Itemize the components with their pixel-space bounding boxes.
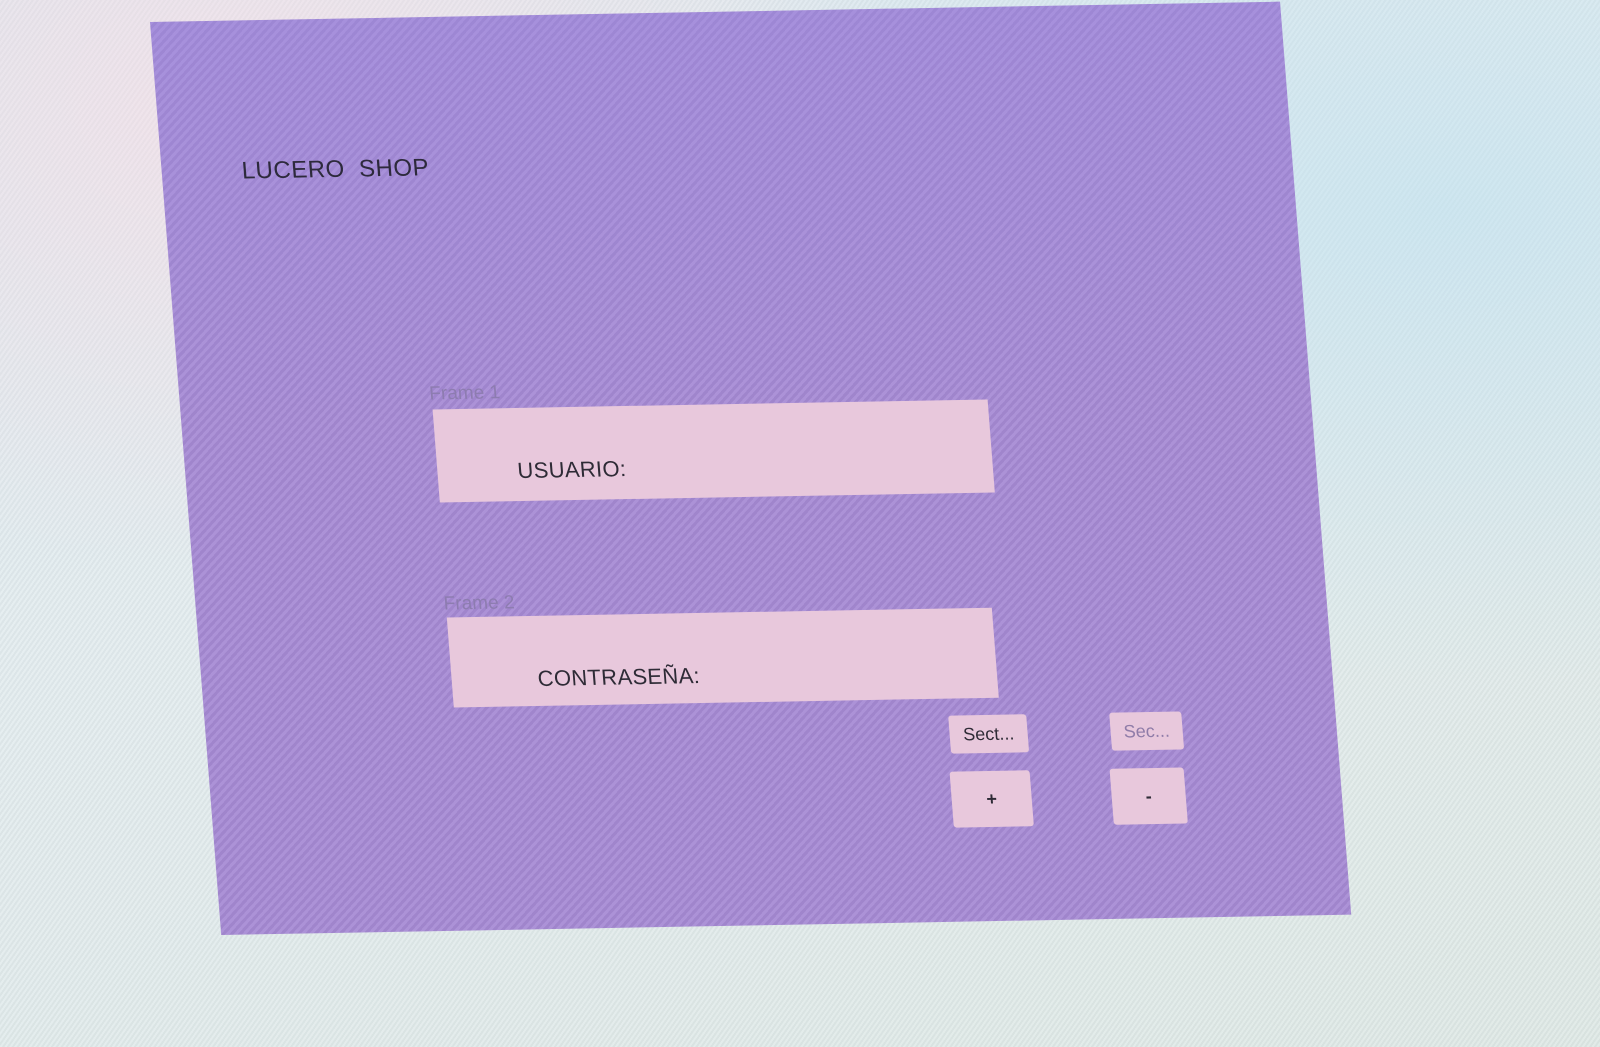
frame-2-contrasena-field[interactable]: CONTRASEÑA: <box>446 607 999 708</box>
plus-button[interactable]: + <box>949 770 1034 828</box>
minus-button[interactable]: - <box>1109 767 1188 825</box>
frame-1-usuario-field[interactable]: USUARIO: <box>432 399 995 503</box>
app-title: LUCERO SHOP <box>240 154 431 185</box>
sect-button[interactable]: Sect... <box>948 714 1030 754</box>
sec-button[interactable]: Sec... <box>1109 711 1185 751</box>
frame-1-label: Frame 1 <box>428 382 501 405</box>
frame-2-label: Frame 2 <box>442 592 516 615</box>
app-canvas: LUCERO SHOP Frame 1 USUARIO: Frame 2 CON… <box>150 1 1352 936</box>
usuario-label: USUARIO: <box>516 456 628 484</box>
contrasena-label: CONTRASEÑA: <box>536 663 701 691</box>
